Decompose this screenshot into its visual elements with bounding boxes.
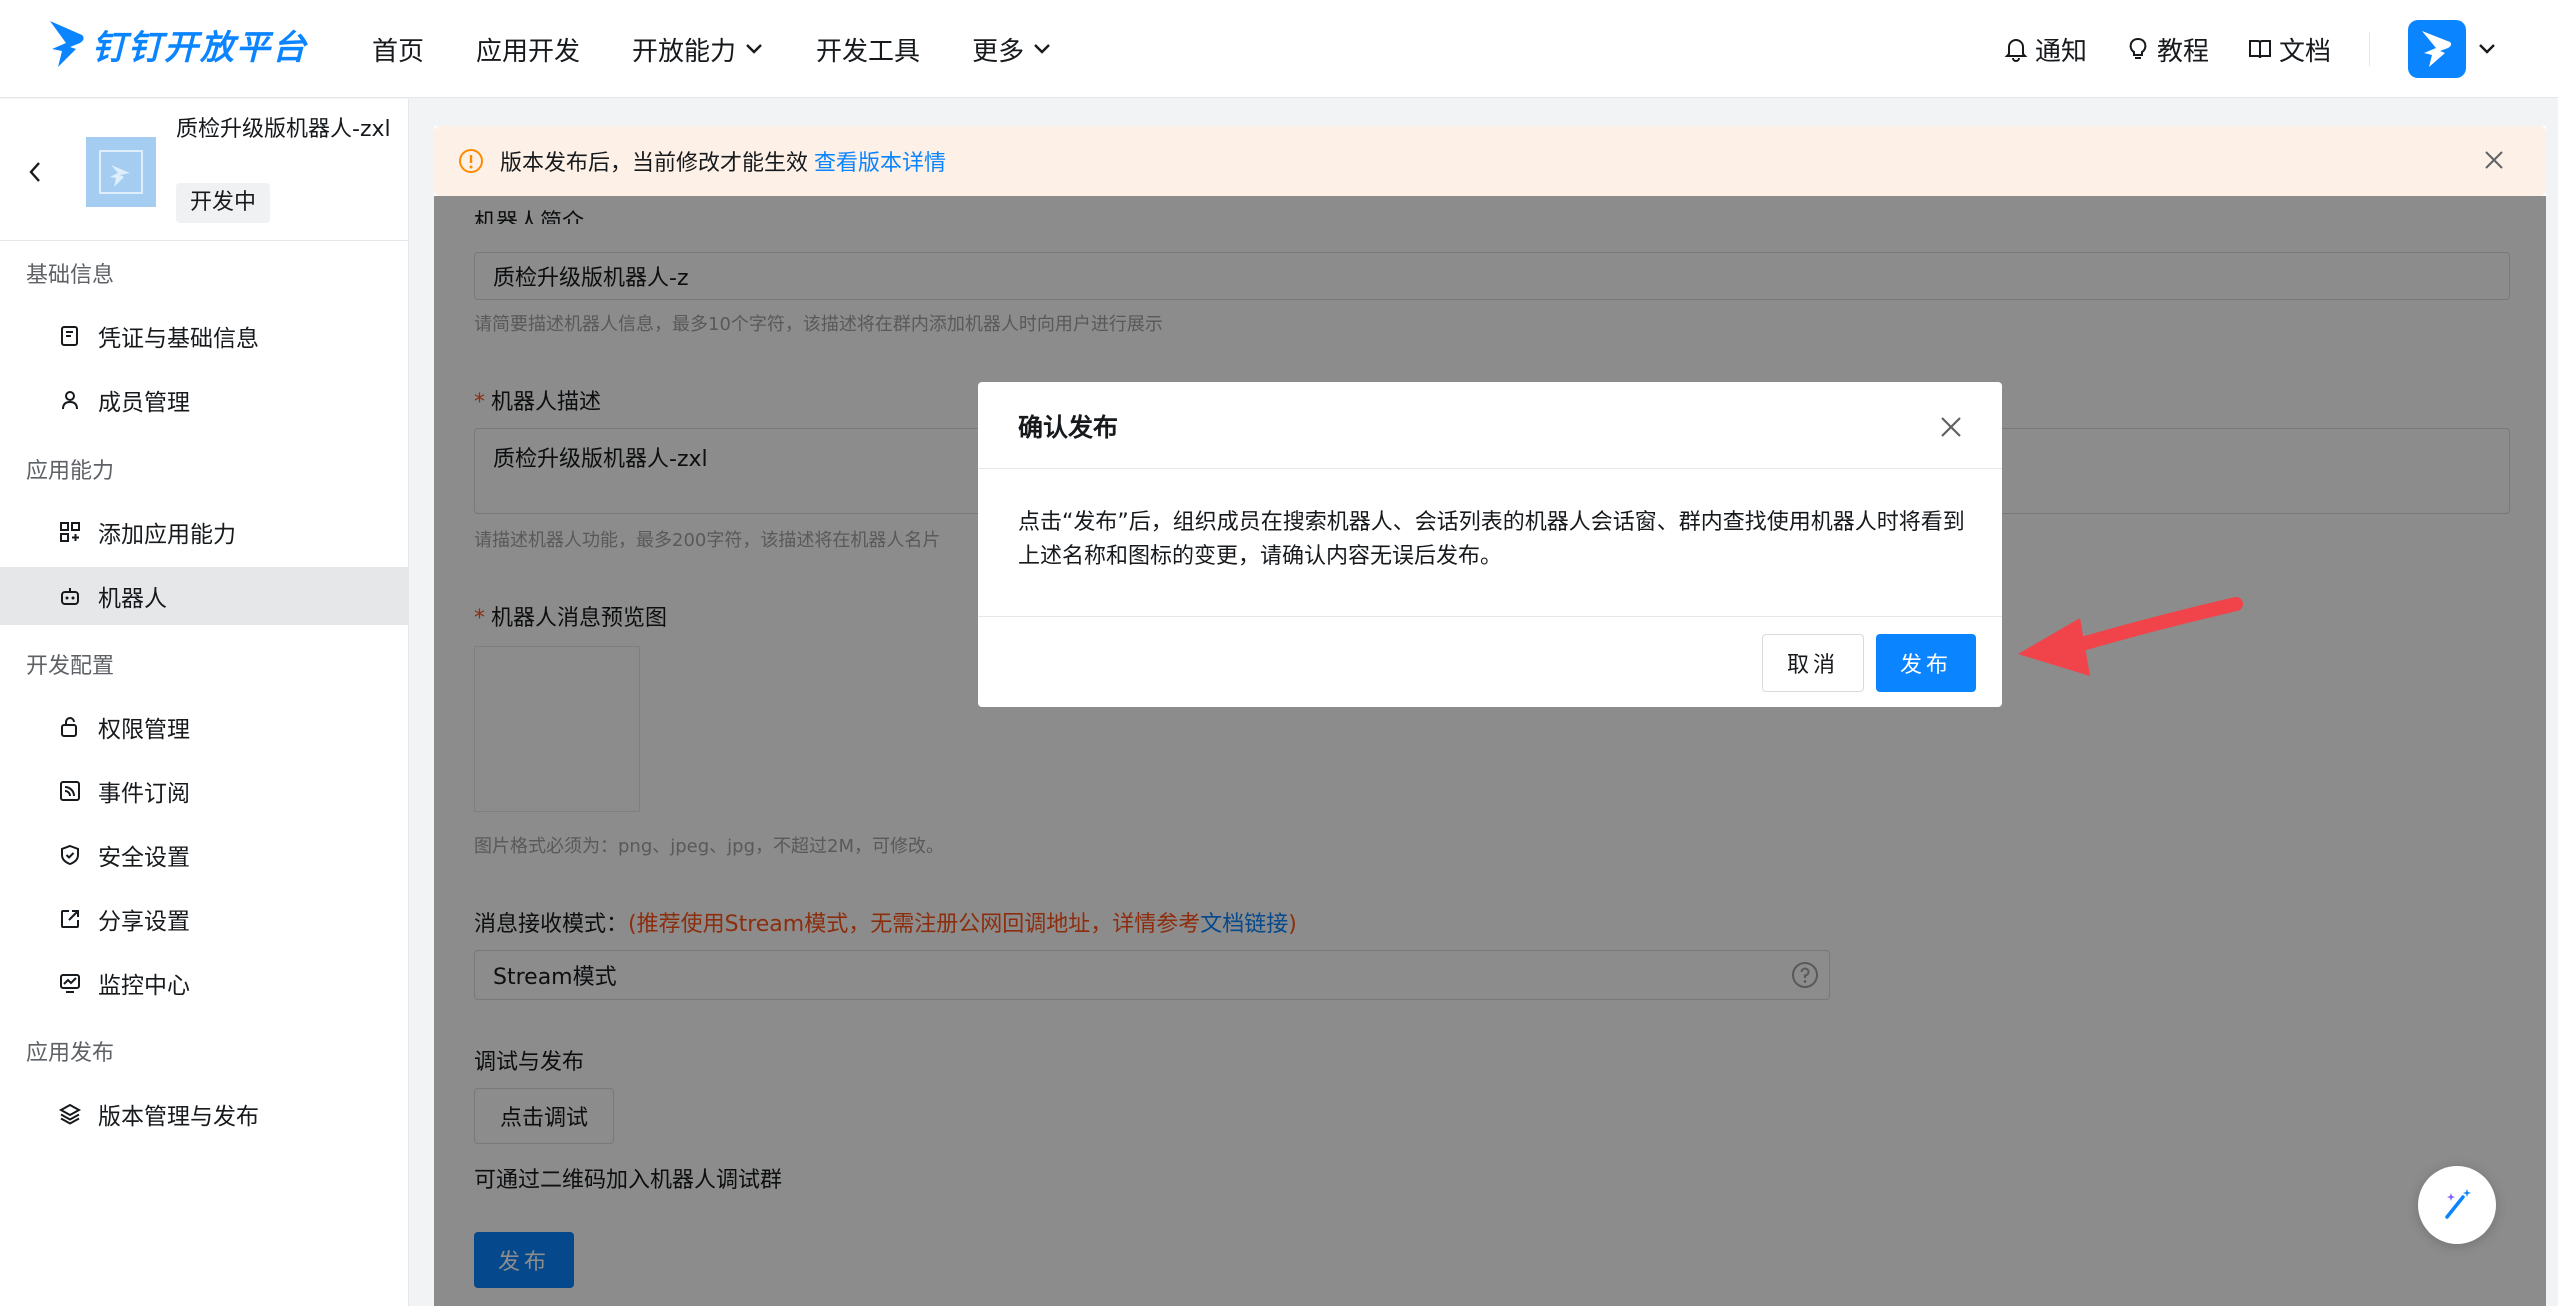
- close-icon[interactable]: [1938, 414, 1964, 440]
- group-dev-config: 开发配置: [26, 654, 115, 679]
- app-header: 质检升级版机器人-zxl 开发中: [0, 99, 409, 241]
- docs-link[interactable]: 文档: [2247, 31, 2331, 68]
- group-basic-info: 基础信息: [26, 263, 115, 288]
- group-publish: 应用发布: [26, 1041, 115, 1066]
- annotation-arrow-icon: [2018, 597, 2243, 676]
- monitor-icon: [60, 974, 80, 993]
- chevron-down-icon: [2479, 44, 2495, 54]
- sidebar-item-events[interactable]: 事件订阅: [0, 762, 409, 820]
- sidebar-item-add-capability[interactable]: 添加应用能力: [0, 503, 409, 561]
- app-icon: [86, 137, 156, 207]
- app-name: 质检升级版机器人-zxl: [176, 117, 391, 142]
- share-icon: [61, 910, 79, 928]
- sidebar-item-share[interactable]: 分享设置: [0, 890, 409, 948]
- nav-dev-tools[interactable]: 开发工具: [816, 31, 920, 68]
- version-warning-banner: 版本发布后，当前修改才能生效 查看版本详情: [434, 126, 2546, 196]
- layers-icon: [58, 1103, 82, 1125]
- platform-logo[interactable]: 钉钉开放平台: [48, 18, 308, 70]
- close-icon[interactable]: [2482, 148, 2506, 172]
- chevron-down-icon: [746, 44, 762, 54]
- status-badge: 开发中: [176, 183, 271, 223]
- document-icon: [61, 326, 78, 346]
- divider: [978, 468, 2002, 469]
- warning-circle-icon: [459, 149, 483, 173]
- sidebar-item-members[interactable]: 成员管理: [0, 371, 409, 429]
- bell-icon: [2004, 39, 2028, 62]
- book-icon: [2248, 40, 2271, 59]
- nav-open-capability[interactable]: 开放能力: [632, 31, 764, 68]
- dingtalk-logo-icon: [50, 21, 84, 67]
- sidebar-item-permissions[interactable]: 权限管理: [0, 698, 409, 756]
- rss-icon: [60, 781, 80, 801]
- lightbulb-icon: [2129, 38, 2147, 59]
- lock-icon: [61, 717, 77, 737]
- confirm-publish-dialog: 确认发布 点击“发布”后，组织成员在搜索机器人、会话列表的机器人会话窗、群内查找…: [978, 382, 2002, 707]
- banner-text: 版本发布后，当前修改才能生效: [500, 151, 809, 176]
- magic-wand-icon: [2445, 1189, 2471, 1219]
- tutorial-link[interactable]: 教程: [2125, 31, 2209, 68]
- view-version-link[interactable]: 查看版本详情: [814, 145, 946, 177]
- dingtalk-avatar-icon: [2422, 31, 2452, 67]
- robot-app-icon: [99, 150, 143, 194]
- sidebar-item-credentials[interactable]: 凭证与基础信息: [0, 307, 409, 365]
- logo-text: 钉钉开放平台: [92, 27, 308, 68]
- sidebar-item-robot[interactable]: 机器人: [0, 567, 409, 625]
- sidebar-item-versions[interactable]: 版本管理与发布: [0, 1085, 409, 1143]
- ai-assistant-button[interactable]: [2418, 1166, 2496, 1244]
- user-menu[interactable]: [2408, 20, 2498, 78]
- nav-more[interactable]: 更多: [972, 31, 1052, 68]
- shield-icon: [61, 844, 79, 866]
- dialog-title: 确认发布: [1018, 413, 1119, 442]
- dialog-message: 点击“发布”后，组织成员在搜索机器人、会话列表的机器人会话窗、群内查找使用机器人…: [1018, 510, 1965, 569]
- chevron-left-icon: [29, 162, 40, 182]
- nav-app-dev[interactable]: 应用开发: [476, 31, 580, 68]
- cancel-button[interactable]: 取消: [1762, 634, 1864, 692]
- avatar: [2408, 20, 2466, 78]
- grid-add-icon: [60, 522, 80, 542]
- chevron-down-icon: [1034, 44, 1050, 54]
- group-app-capability: 应用能力: [26, 459, 115, 484]
- nav-home[interactable]: 首页: [372, 31, 424, 68]
- divider: [2369, 32, 2370, 66]
- user-icon: [62, 391, 78, 410]
- robot-icon: [61, 588, 79, 605]
- modal-overlay[interactable]: [434, 196, 2546, 1306]
- confirm-publish-button[interactable]: 发布: [1876, 634, 1976, 692]
- top-navbar: 钉钉开放平台 首页 应用开发 开放能力 开发工具 更多 通知 教程 文档: [0, 0, 2558, 98]
- back-button[interactable]: [26, 159, 44, 189]
- sidebar-item-monitor[interactable]: 监控中心: [0, 954, 409, 1012]
- top-right-actions: 通知 教程 文档: [1965, 0, 2558, 98]
- sidebar-item-security[interactable]: 安全设置: [0, 826, 409, 884]
- main-nav: 首页 应用开发 开放能力 开发工具 更多: [372, 0, 1104, 98]
- divider: [978, 616, 2002, 617]
- notification-link[interactable]: 通知: [2003, 31, 2087, 68]
- sidebar: 质检升级版机器人-zxl 开发中 基础信息 凭证与基础信息 成员管理 应用能力 …: [0, 99, 409, 1306]
